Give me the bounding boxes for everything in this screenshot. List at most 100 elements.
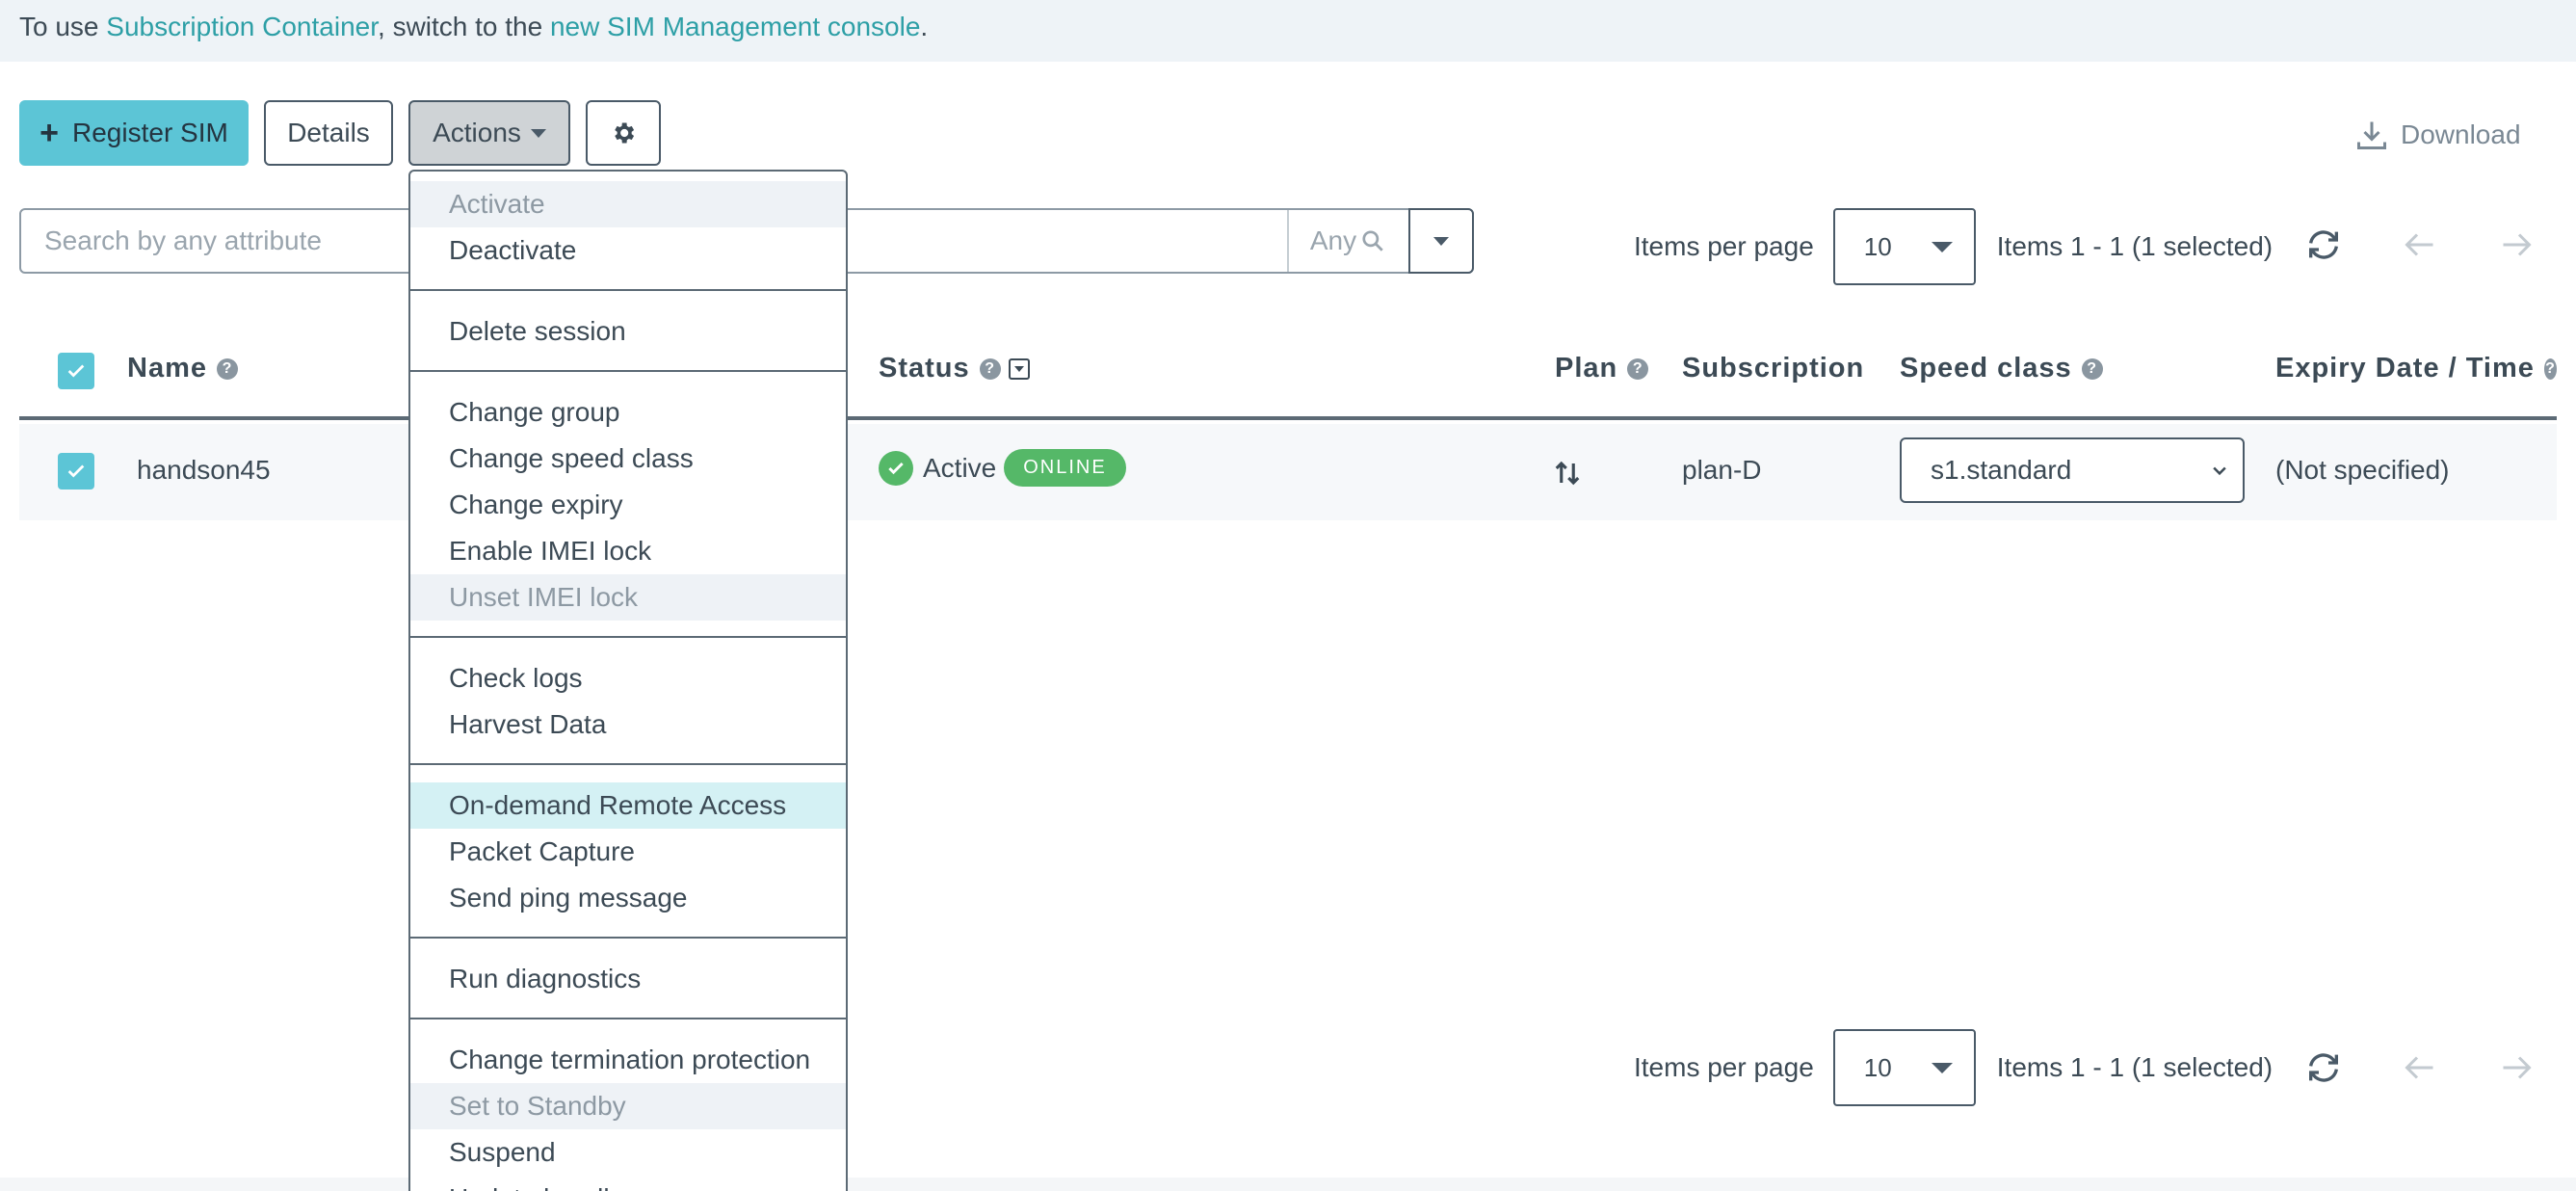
menu-item-on-demand-remote-access[interactable]: On-demand Remote Access xyxy=(410,782,846,829)
status-text: Active xyxy=(923,452,997,483)
check-icon xyxy=(67,364,85,378)
details-button[interactable]: Details xyxy=(264,100,393,166)
help-icon[interactable]: ? xyxy=(2081,357,2103,380)
row-expiry: (Not specified) xyxy=(2275,455,2450,485)
caret-down-icon xyxy=(1433,236,1449,246)
row-checkbox[interactable] xyxy=(58,453,94,490)
items-per-page-value: 10 xyxy=(1863,1052,1892,1082)
column-subscription-label: Subscription xyxy=(1682,353,1865,384)
menu-divider xyxy=(410,937,846,939)
column-plan-label: Plan xyxy=(1555,353,1618,384)
help-icon[interactable]: ? xyxy=(217,357,238,380)
column-name-label: Name xyxy=(127,353,207,384)
column-plan[interactable]: Plan ? xyxy=(1555,353,1649,384)
menu-item-packet-capture[interactable]: Packet Capture xyxy=(410,829,846,875)
search-options-dropdown[interactable] xyxy=(1408,208,1474,274)
check-icon xyxy=(67,464,85,478)
new-console-link[interactable]: new SIM Management console xyxy=(550,12,920,41)
details-label: Details xyxy=(287,118,370,147)
refresh-icon[interactable] xyxy=(2304,1048,2343,1087)
speed-class-value: s1.standard xyxy=(1931,455,2072,485)
banner-middle: , switch to the xyxy=(378,12,550,41)
menu-item-check-logs[interactable]: Check logs xyxy=(410,655,846,701)
column-speed-class-label: Speed class xyxy=(1900,353,2072,384)
banner-suffix: . xyxy=(920,12,929,41)
download-label: Download xyxy=(2401,119,2521,149)
pager-bottom: Items per page 10 Items 1 - 1 (1 selecte… xyxy=(1634,1029,2273,1106)
search-scope[interactable]: Any xyxy=(1287,210,1406,272)
caret-down-icon xyxy=(530,128,546,138)
items-summary: Items 1 - 1 (1 selected) xyxy=(1996,1052,2274,1082)
menu-item-change-group[interactable]: Change group xyxy=(410,389,846,436)
menu-item-set-to-standby[interactable]: Set to Standby xyxy=(410,1083,846,1129)
banner-prefix: To use xyxy=(19,12,107,41)
column-status[interactable]: Status ? xyxy=(879,353,1030,384)
items-summary: Items 1 - 1 (1 selected) xyxy=(1996,231,2274,261)
items-per-page-select[interactable]: 10 xyxy=(1832,208,1976,285)
column-name[interactable]: Name ? xyxy=(127,353,238,384)
register-sim-label: Register SIM xyxy=(72,118,228,147)
menu-item-harvest-data[interactable]: Harvest Data xyxy=(410,701,846,748)
prev-page-icon[interactable] xyxy=(2401,227,2439,262)
help-icon[interactable]: ? xyxy=(979,357,1001,380)
menu-item-enable-imei-lock[interactable]: Enable IMEI lock xyxy=(410,528,846,574)
menu-item-change-speed-class[interactable]: Change speed class xyxy=(410,436,846,482)
menu-item-suspend[interactable]: Suspend xyxy=(410,1129,846,1176)
filter-icon[interactable] xyxy=(1008,357,1030,380)
download-icon xyxy=(2357,121,2386,149)
check-circle-icon xyxy=(879,450,913,486)
items-per-page-value: 10 xyxy=(1863,231,1892,261)
pager-top: Items per page 10 Items 1 - 1 (1 selecte… xyxy=(1634,208,2273,285)
menu-divider xyxy=(410,763,846,765)
help-icon[interactable]: ? xyxy=(2543,357,2557,380)
menu-item-send-ping[interactable]: Send ping message xyxy=(410,875,846,921)
sort-arrows-icon[interactable] xyxy=(1553,457,1582,490)
caret-down-icon xyxy=(1931,241,1953,252)
menu-item-activate[interactable]: Activate xyxy=(410,181,846,227)
menu-divider xyxy=(410,1018,846,1019)
menu-divider xyxy=(410,636,846,638)
speed-class-select[interactable]: s1.standard xyxy=(1900,437,2245,503)
menu-item-change-expiry[interactable]: Change expiry xyxy=(410,482,846,528)
refresh-icon[interactable] xyxy=(2304,225,2343,264)
menu-divider xyxy=(410,289,846,291)
footer-strip xyxy=(0,1178,2576,1191)
subscription-container-link[interactable]: Subscription Container xyxy=(106,12,378,41)
actions-button[interactable]: Actions xyxy=(408,100,570,166)
items-per-page-select[interactable]: 10 xyxy=(1832,1029,1976,1106)
table-header xyxy=(19,339,2557,420)
column-subscription[interactable]: Subscription xyxy=(1682,353,1864,384)
menu-divider xyxy=(410,370,846,372)
column-expiry-label: Expiry Date / Time xyxy=(2275,353,2535,384)
next-page-icon[interactable] xyxy=(2497,1050,2536,1085)
chevron-down-icon xyxy=(2213,466,2226,476)
menu-item-run-diagnostics[interactable]: Run diagnostics xyxy=(410,956,846,1002)
row-name[interactable]: handson45 xyxy=(137,455,271,486)
menu-item-delete-session[interactable]: Delete session xyxy=(410,308,846,355)
menu-item-unset-imei-lock[interactable]: Unset IMEI lock xyxy=(410,574,846,621)
prev-page-icon[interactable] xyxy=(2401,1050,2439,1085)
menu-item-update-bundle[interactable]: Update bundle xyxy=(410,1176,846,1191)
column-expiry[interactable]: Expiry Date / Time ? xyxy=(2275,353,2557,384)
column-speed-class[interactable]: Speed class ? xyxy=(1900,353,2103,384)
items-per-page-label: Items per page xyxy=(1634,231,1814,261)
row-status: Active ONLINE xyxy=(879,449,1126,487)
caret-down-icon xyxy=(1931,1062,1953,1073)
search-scope-label: Any xyxy=(1309,225,1357,255)
plus-icon: + xyxy=(39,115,60,151)
settings-button[interactable] xyxy=(586,100,661,166)
column-status-label: Status xyxy=(879,353,970,384)
online-badge: ONLINE xyxy=(1004,449,1126,487)
help-icon[interactable]: ? xyxy=(1627,357,1649,380)
menu-item-deactivate[interactable]: Deactivate xyxy=(410,227,846,274)
actions-label: Actions xyxy=(433,118,521,147)
console-banner: To use Subscription Container, switch to… xyxy=(0,0,2576,62)
gear-icon xyxy=(615,122,635,144)
next-page-icon[interactable] xyxy=(2497,227,2536,262)
menu-item-change-termination-protection[interactable]: Change termination protection xyxy=(410,1037,846,1083)
register-sim-button[interactable]: + Register SIM xyxy=(19,100,249,166)
select-all-checkbox[interactable] xyxy=(58,353,94,389)
items-per-page-label: Items per page xyxy=(1634,1052,1814,1082)
actions-menu: Activate Deactivate Delete session Chang… xyxy=(408,170,848,1191)
download-button[interactable]: Download xyxy=(2354,118,2521,152)
